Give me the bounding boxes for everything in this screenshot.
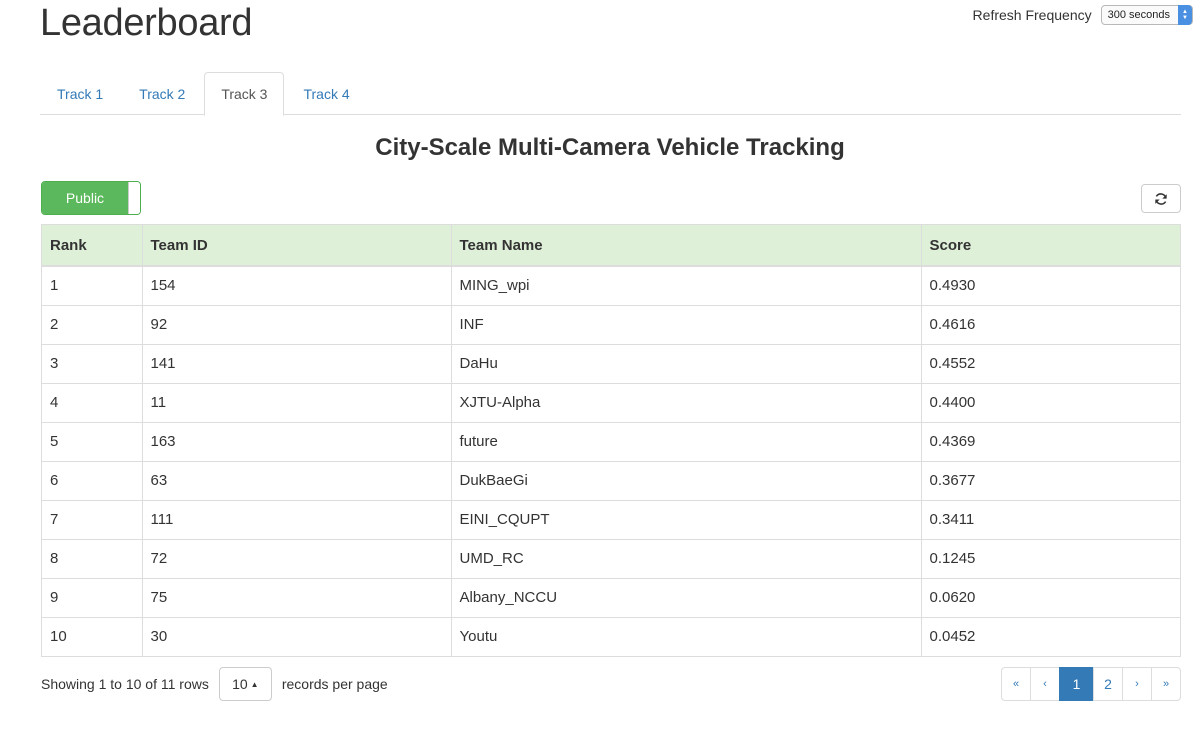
updown-arrows-icon: ▲ ▼ xyxy=(1178,5,1192,25)
rank-cell: 9 xyxy=(42,577,143,617)
table-row: 8 72 UMD_RC 0.1245 xyxy=(42,538,1180,578)
team-name-cell: XJTU-Alpha xyxy=(451,382,922,422)
table-row: 4 11 XJTU-Alpha 0.4400 xyxy=(42,382,1180,422)
team-id-cell: 63 xyxy=(142,460,452,500)
team-id-cell: 72 xyxy=(142,538,452,578)
column-header-rank[interactable]: Rank xyxy=(42,225,143,267)
score-cell: 0.1245 xyxy=(921,538,1180,578)
team-id-cell: 92 xyxy=(142,304,452,344)
table-row: 2 92 INF 0.4616 xyxy=(42,304,1180,344)
rank-cell: 6 xyxy=(42,460,143,500)
table-row: 10 30 Youtu 0.0452 xyxy=(42,616,1180,656)
showing-rows-text: Showing 1 to 10 of 11 rows xyxy=(41,676,209,692)
score-cell: 0.3411 xyxy=(921,499,1180,539)
rank-cell: 7 xyxy=(42,499,143,539)
team-name-cell: DaHu xyxy=(451,343,922,383)
column-header-team-name[interactable]: Team Name xyxy=(451,225,922,267)
score-cell: 0.0620 xyxy=(921,577,1180,617)
leaderboard-table: Rank Team ID Team Name Score 1 154 MING_… xyxy=(41,224,1181,657)
tab-track-3[interactable]: Track 3 xyxy=(204,72,285,116)
rank-cell: 1 xyxy=(42,266,143,305)
pagination-info: Showing 1 to 10 of 11 rows 10 ▲ records … xyxy=(41,667,388,701)
toggle-handle[interactable] xyxy=(128,182,140,214)
team-name-cell: UMD_RC xyxy=(451,538,922,578)
table-row: 7 111 EINI_CQUPT 0.3411 xyxy=(42,499,1180,539)
rank-cell: 4 xyxy=(42,382,143,422)
team-id-cell: 75 xyxy=(142,577,452,617)
team-id-cell: 30 xyxy=(142,616,452,656)
page-2-button[interactable]: 2 xyxy=(1093,667,1123,701)
table-row: 3 141 DaHu 0.4552 xyxy=(42,343,1180,383)
last-page-button[interactable]: » xyxy=(1151,667,1181,701)
table-row: 6 63 DukBaeGi 0.3677 xyxy=(42,460,1180,500)
tab-track-2[interactable]: Track 2 xyxy=(122,72,202,115)
team-id-cell: 111 xyxy=(142,499,452,539)
track-tabs: Track 1 Track 2 Track 3 Track 4 xyxy=(40,72,1181,116)
pagination: « ‹ 1 2 › » xyxy=(1001,667,1181,701)
score-cell: 0.0452 xyxy=(921,616,1180,656)
tab-track-4[interactable]: Track 4 xyxy=(286,72,366,115)
page-1-button[interactable]: 1 xyxy=(1059,667,1094,701)
team-name-cell: future xyxy=(451,421,922,461)
table-row: 5 163 future 0.4369 xyxy=(42,421,1180,461)
team-id-cell: 163 xyxy=(142,421,452,461)
page-title: Leaderboard xyxy=(40,2,253,44)
score-cell: 0.4930 xyxy=(929,277,976,295)
score-cell: 0.4400 xyxy=(921,382,1180,422)
refresh-frequency-label: Refresh Frequency xyxy=(972,7,1092,23)
table-row: 1 154 MING_wpi 0.4930 xyxy=(42,266,1180,305)
next-page-button[interactable]: › xyxy=(1122,667,1152,701)
team-id-cell: 141 xyxy=(142,343,452,383)
score-cell: 0.4369 xyxy=(921,421,1180,461)
records-per-page-text: records per page xyxy=(281,676,388,692)
rank-cell: 3 xyxy=(42,343,143,383)
page-size-dropdown[interactable]: 10 ▲ xyxy=(218,667,272,701)
public-toggle[interactable]: Public xyxy=(41,181,141,215)
tab-track-1[interactable]: Track 1 xyxy=(40,72,120,115)
refresh-button[interactable] xyxy=(1141,184,1181,213)
rank-cell: 8 xyxy=(42,538,143,578)
rank-cell: 5 xyxy=(42,421,143,461)
table-row: 9 75 Albany_NCCU 0.0620 xyxy=(42,577,1180,617)
team-name-cell: INF xyxy=(451,304,922,344)
column-header-score[interactable]: Score xyxy=(921,225,1180,267)
refresh-icon xyxy=(1155,192,1167,205)
page-size-value: 10 xyxy=(232,676,248,692)
public-toggle-label: Public xyxy=(42,182,128,214)
column-header-team-id[interactable]: Team ID xyxy=(142,225,452,267)
refresh-frequency-select[interactable]: 300 seconds ▲ ▼ xyxy=(1100,5,1193,25)
team-name-cell: DukBaeGi xyxy=(451,460,922,500)
score-cell: 0.3677 xyxy=(921,460,1180,500)
team-name-cell: Albany_NCCU xyxy=(451,577,922,617)
rank-cell: 2 xyxy=(42,304,143,344)
score-cell: 0.4552 xyxy=(921,343,1180,383)
section-title: City-Scale Multi-Camera Vehicle Tracking xyxy=(375,134,845,161)
team-id-cell: 11 xyxy=(142,382,452,422)
team-id-cell: 154 xyxy=(142,266,452,305)
table-header-row: Rank Team ID Team Name Score xyxy=(42,225,1180,267)
team-name-cell: MING_wpi xyxy=(451,266,922,305)
team-name-cell: Youtu xyxy=(451,616,922,656)
first-page-button[interactable]: « xyxy=(1001,667,1031,701)
refresh-frequency-value: 300 seconds xyxy=(1107,9,1170,21)
caret-up-icon: ▲ xyxy=(250,679,259,689)
score-cell: 0.4616 xyxy=(921,304,1180,344)
prev-page-button[interactable]: ‹ xyxy=(1030,667,1060,701)
refresh-frequency-control: Refresh Frequency 300 seconds ▲ ▼ xyxy=(973,5,1193,25)
rank-cell: 10 xyxy=(42,616,143,656)
team-name-cell: EINI_CQUPT xyxy=(451,499,922,539)
